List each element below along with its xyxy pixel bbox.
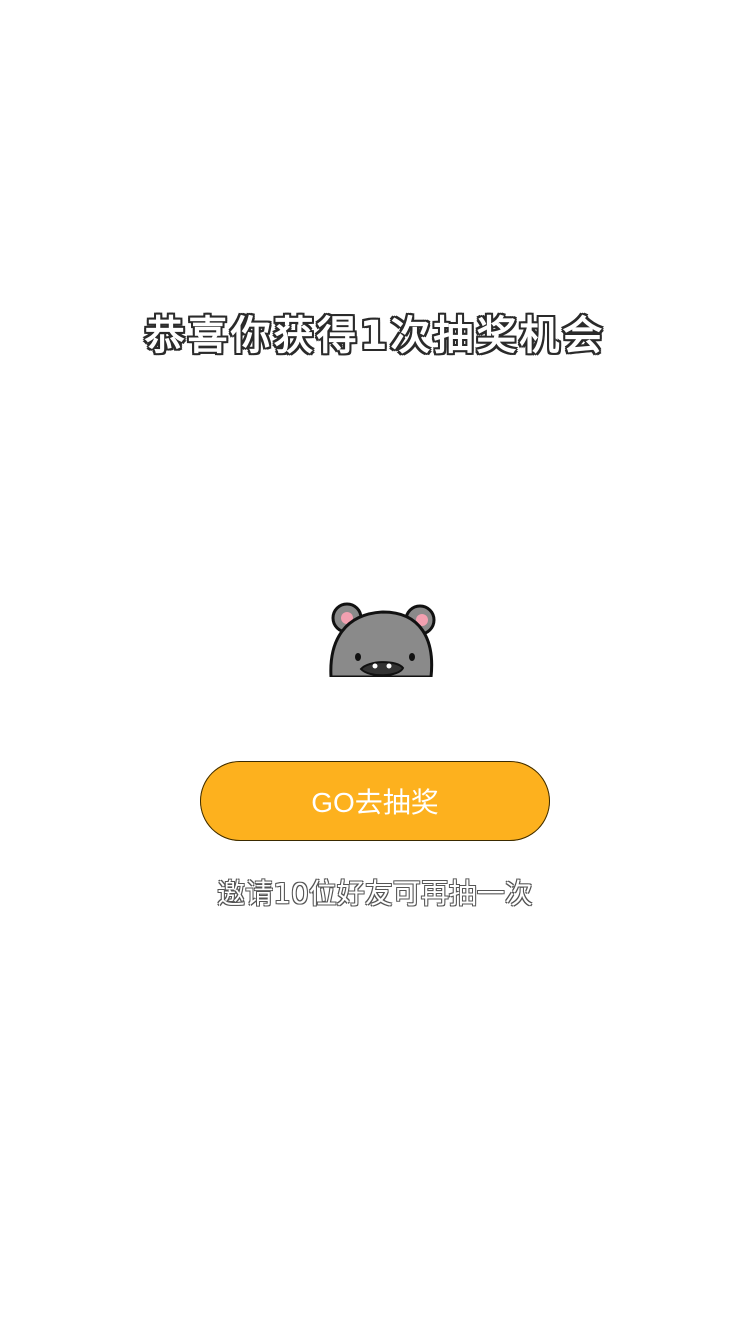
invite-friends-hint: 邀请10位好友可再抽一次 [217,877,533,910]
page-title: 恭喜你获得1次抽奖机会 [144,313,606,359]
bear-icon [325,600,440,677]
lottery-chance-page: 恭喜你获得1次抽奖机会 GO去抽奖 邀请10位好友可再抽一次 [0,0,750,1334]
go-lottery-button[interactable]: GO去抽奖 [200,761,550,841]
go-lottery-button-label: GO去抽奖 [311,787,439,818]
